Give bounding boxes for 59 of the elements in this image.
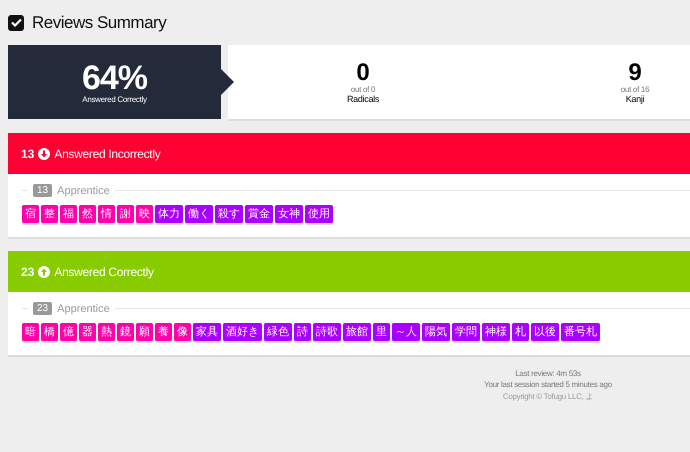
vocabulary-tag[interactable]: ～人 xyxy=(392,323,420,341)
group-label: Apprentice xyxy=(57,302,110,314)
kanji-tag[interactable]: 福 xyxy=(60,205,77,223)
kanji-tag[interactable]: 謝 xyxy=(117,205,134,223)
vocabulary-tag[interactable]: 働く xyxy=(185,205,213,223)
section-title: Answered Incorrectly xyxy=(54,146,160,160)
vocabulary-tag[interactable]: 番号札 xyxy=(561,323,600,341)
vocabulary-tag[interactable]: 緑色 xyxy=(264,323,292,341)
vocabulary-tag[interactable]: 陽気 xyxy=(422,323,450,341)
section-count: 23 xyxy=(21,264,34,278)
vocabulary-tag[interactable]: 詩 xyxy=(294,323,311,341)
kanji-tag[interactable]: 像 xyxy=(174,323,191,341)
stat-total: out of 16 xyxy=(620,84,650,94)
copyright-text: Copyright © Tofugu LLC, よ xyxy=(502,391,594,402)
percent-value: 64% xyxy=(82,60,148,94)
vocabulary-tag[interactable]: 使用 xyxy=(305,205,333,223)
vocabulary-tag[interactable]: 体力 xyxy=(155,205,183,223)
kanji-tag[interactable]: 暗 xyxy=(22,323,39,341)
checkbox[interactable] xyxy=(8,14,24,30)
kanji-tag[interactable]: 情 xyxy=(98,205,115,223)
stat-label: Kanji xyxy=(626,94,644,104)
stat-value: 0 xyxy=(356,60,370,84)
last-review-text: Last review: 4m 53s xyxy=(515,369,581,378)
group-count: 23 xyxy=(33,302,52,315)
kanji-tag[interactable]: 然 xyxy=(79,205,96,223)
stat-label: Radicals xyxy=(346,94,380,104)
vocabulary-tag[interactable]: 賞金 xyxy=(245,205,273,223)
arrow-down-circle-icon xyxy=(38,148,50,160)
session-text: Your last session started 5 minutes ago xyxy=(484,380,612,389)
vocabulary-tag[interactable]: 女神 xyxy=(275,205,303,223)
vocabulary-tag[interactable]: 以後 xyxy=(531,323,559,341)
group-count: 13 xyxy=(33,184,52,197)
section-count: 13 xyxy=(21,146,34,160)
percent-label: Answered Correctly xyxy=(82,94,147,104)
vocabulary-tag[interactable]: 殺す xyxy=(215,205,243,223)
kanji-tag[interactable]: 億 xyxy=(60,323,77,341)
group-label: Apprentice xyxy=(57,184,110,196)
stat-value: 9 xyxy=(628,60,642,84)
section-title: Answered Correctly xyxy=(54,264,154,278)
kanji-tag[interactable]: 願 xyxy=(136,323,153,341)
stat-total: out of 0 xyxy=(350,84,376,94)
kanji-tag[interactable]: 養 xyxy=(155,323,172,341)
vocabulary-tag[interactable]: 詩歌 xyxy=(313,323,341,341)
kanji-tag[interactable]: 映 xyxy=(136,205,153,223)
vocabulary-tag[interactable]: 神様 xyxy=(482,323,510,341)
vocabulary-tag[interactable]: 里 xyxy=(373,323,390,341)
vocabulary-tag[interactable]: 家具 xyxy=(193,323,221,341)
kanji-tag[interactable]: 橋 xyxy=(41,323,58,341)
kanji-tag[interactable]: 宿 xyxy=(22,205,39,223)
vocabulary-tag[interactable]: 札 xyxy=(512,323,529,341)
vocabulary-tag[interactable]: 酒好き xyxy=(223,323,262,341)
vocabulary-tag[interactable]: 旅館 xyxy=(343,323,371,341)
kanji-tag[interactable]: 器 xyxy=(79,323,96,341)
kanji-tag[interactable]: 鏡 xyxy=(117,323,134,341)
vocabulary-tag[interactable]: 学問 xyxy=(452,323,480,341)
arrow-up-circle-icon xyxy=(38,266,50,278)
kanji-tag[interactable]: 熱 xyxy=(98,323,115,341)
page-title: Reviews Summary xyxy=(32,12,166,32)
kanji-tag[interactable]: 整 xyxy=(41,205,58,223)
